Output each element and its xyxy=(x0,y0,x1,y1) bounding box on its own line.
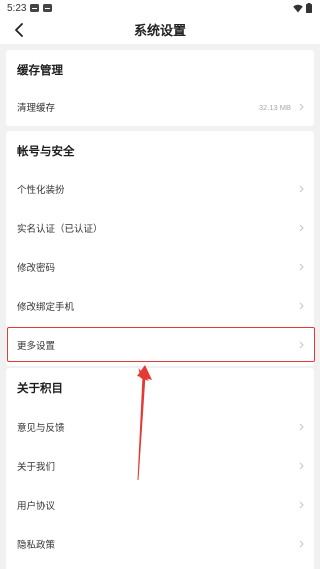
settings-item-feedback[interactable]: 意见与反馈 xyxy=(6,409,314,445)
clear-cache-row[interactable]: 清理缓存 32.13 MB xyxy=(6,89,314,125)
chevron-right-icon xyxy=(296,461,306,471)
cache-section-title: 缓存管理 xyxy=(17,63,63,77)
settings-item-more-settings[interactable]: 更多设置 xyxy=(6,327,314,363)
notification-icon xyxy=(43,4,53,12)
clear-cache-label: 清理缓存 xyxy=(17,103,56,114)
chevron-right-icon xyxy=(296,539,306,549)
cache-section: 缓存管理 清理缓存 32.13 MB xyxy=(6,50,314,126)
notification-icon xyxy=(30,4,40,12)
settings-item-privacy-policy[interactable]: 隐私政策 xyxy=(6,526,314,562)
settings-item-label: 实名认证（已认证） xyxy=(17,224,103,235)
chevron-right-icon xyxy=(296,262,306,272)
chevron-right-icon xyxy=(296,340,306,350)
chevron-right-icon xyxy=(296,102,306,112)
settings-item-label: 关于我们 xyxy=(17,462,56,473)
chevron-right-icon xyxy=(296,500,306,510)
battery-icon xyxy=(306,3,312,13)
account-security-section: 帐号与安全 个性化装扮 实名认证（已认证） 修改密码 修改绑定手机 更多设置 xyxy=(6,131,314,366)
status-right xyxy=(293,3,312,13)
settings-item-label: 用户协议 xyxy=(17,501,56,512)
settings-item-label: 修改密码 xyxy=(17,263,56,274)
status-bar: 5:23 xyxy=(0,0,320,16)
about-section: 关于积目 意见与反馈 关于我们 用户协议 隐私政策 xyxy=(6,368,314,569)
settings-item-about-us[interactable]: 关于我们 xyxy=(6,448,314,484)
header: 系统设置 xyxy=(0,16,320,44)
page-title: 系统设置 xyxy=(133,24,186,39)
chevron-right-icon xyxy=(296,184,306,194)
account-section-title: 帐号与安全 xyxy=(17,144,75,158)
chevron-right-icon xyxy=(296,422,306,432)
status-time: 5:23 xyxy=(7,2,27,14)
settings-item-label: 修改绑定手机 xyxy=(17,302,75,313)
settings-item-personalization[interactable]: 个性化装扮 xyxy=(6,171,314,207)
cache-size-value: 32.13 MB xyxy=(258,102,291,112)
wifi-icon xyxy=(293,4,303,12)
settings-item-label: 意见与反馈 xyxy=(17,423,65,434)
settings-item-user-agreement[interactable]: 用户协议 xyxy=(6,487,314,523)
chevron-right-icon xyxy=(296,301,306,311)
settings-item-label: 隐私政策 xyxy=(17,540,56,551)
settings-item-change-phone[interactable]: 修改绑定手机 xyxy=(6,288,314,324)
settings-item-label: 更多设置 xyxy=(17,341,56,352)
settings-item-real-name-verification[interactable]: 实名认证（已认证） xyxy=(6,210,314,246)
settings-item-label: 个性化装扮 xyxy=(17,185,65,196)
settings-item-change-password[interactable]: 修改密码 xyxy=(6,249,314,285)
chevron-right-icon xyxy=(296,223,306,233)
about-section-title: 关于积目 xyxy=(17,381,63,395)
